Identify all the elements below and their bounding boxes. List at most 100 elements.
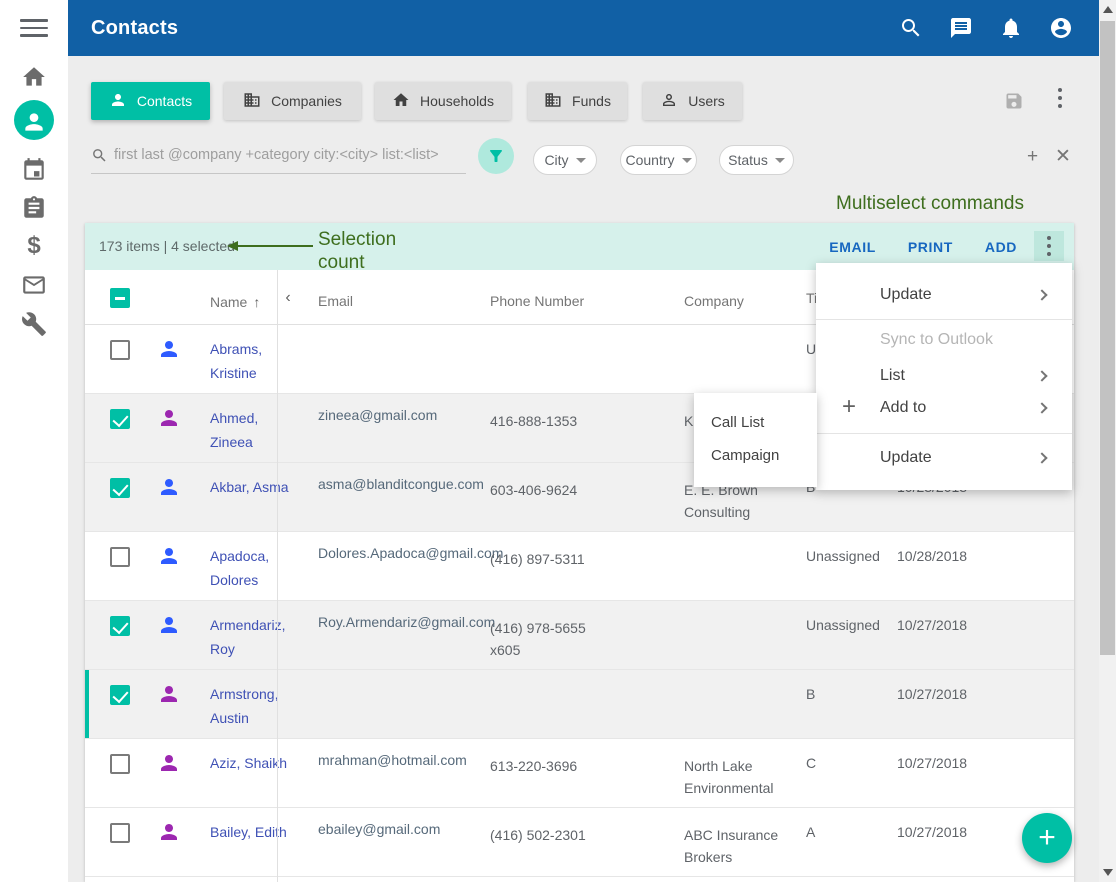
row-checkbox[interactable]: [110, 340, 130, 360]
menu-item-update[interactable]: Update: [816, 271, 1072, 319]
sidebar-item-tasks[interactable]: [21, 195, 47, 221]
mail-icon: [21, 286, 47, 301]
contact-avatar-icon: [157, 475, 181, 499]
menu-item-sync-to-outlook: Sync to Outlook: [816, 320, 1072, 360]
submenu-item-call-list[interactable]: Call List: [694, 406, 817, 439]
contact-row[interactable]: Armstrong, Austin B 10/27/2018: [85, 670, 1074, 739]
person-icon: [109, 91, 127, 112]
scroll-down-icon[interactable]: [1103, 869, 1113, 876]
sidebar: $: [0, 0, 68, 882]
more-options-icon[interactable]: [1058, 88, 1062, 112]
filter-chip-status[interactable]: Status: [719, 145, 794, 175]
menu-item-add-to[interactable]: + Add to: [816, 392, 1072, 424]
sidebar-item-donations[interactable]: $: [21, 233, 47, 259]
multiselect-menu: Update Sync to Outlook List + Add to Upd…: [816, 263, 1072, 490]
chat-icon[interactable]: [949, 16, 973, 40]
search-icon: [91, 147, 108, 164]
add-contact-fab[interactable]: +: [1022, 813, 1072, 863]
filter-chip-country[interactable]: Country: [620, 145, 697, 175]
sidebar-item-email[interactable]: [21, 272, 47, 298]
tab-label: Households: [420, 93, 494, 109]
building-icon: [544, 91, 562, 112]
clear-filters-icon[interactable]: ✕: [1055, 148, 1071, 166]
contact-name-link[interactable]: Akbar, Asma: [210, 475, 302, 499]
save-view-button[interactable]: [1004, 91, 1024, 111]
chevron-down-icon: [682, 158, 692, 163]
contact-row[interactable]: Apadoca, Dolores Dolores.Apadoca@gmail.c…: [85, 532, 1074, 601]
add-filter-icon[interactable]: +: [1027, 148, 1038, 166]
contact-name-link[interactable]: Armendariz, Roy: [210, 613, 302, 661]
contact-row[interactable]: Bailey, Edith ebailey@gmail.com (416) 50…: [85, 808, 1074, 877]
contact-email: Dolores.Apadoca@gmail.com: [318, 542, 483, 564]
contact-avatar-icon: [157, 751, 181, 775]
contact-tier: Unassigned: [806, 617, 888, 633]
filter-chip-city[interactable]: City: [533, 145, 597, 175]
submenu-item-campaign[interactable]: Campaign: [694, 439, 817, 472]
contact-name-link[interactable]: Apadoca, Dolores: [210, 544, 302, 592]
save-icon: [1004, 99, 1024, 114]
row-checkbox[interactable]: [110, 754, 130, 774]
home-icon: [392, 91, 410, 112]
sidebar-item-calendar[interactable]: [21, 157, 47, 183]
notifications-bell-icon[interactable]: [999, 16, 1023, 40]
contact-email: asma@blanditcongue.com: [318, 473, 483, 495]
row-checkbox[interactable]: [110, 409, 130, 429]
search-icon[interactable]: [899, 16, 923, 40]
column-header-email[interactable]: Email: [318, 290, 483, 312]
menu-item-list[interactable]: List: [816, 360, 1072, 392]
contact-row[interactable]: Aziz, Shaikh mrahman@hotmail.com 613-220…: [85, 739, 1074, 808]
chevron-right-icon: [1036, 402, 1047, 413]
wrench-icon: [21, 325, 47, 340]
contact-phone: 613-220-3696: [490, 755, 600, 777]
column-header-company[interactable]: Company: [684, 290, 796, 312]
row-checkbox[interactable]: [110, 547, 130, 567]
tab-contacts[interactable]: Contacts: [91, 82, 210, 120]
contact-name-link[interactable]: Bailey, Edith: [210, 820, 302, 844]
tab-users[interactable]: Users: [643, 82, 742, 120]
account-icon[interactable]: [1049, 16, 1073, 40]
plus-icon: +: [1038, 821, 1056, 854]
add-button[interactable]: ADD: [985, 239, 1017, 255]
row-checkbox[interactable]: [110, 685, 130, 705]
chip-label: Country: [625, 152, 674, 168]
contact-date: 10/27/2018: [897, 755, 987, 771]
chevron-right-icon: [1036, 370, 1047, 381]
contact-phone: (416) 897-5311: [490, 548, 600, 570]
scroll-up-icon[interactable]: [1103, 6, 1113, 13]
contact-date: 10/28/2018: [897, 548, 987, 564]
contact-name-link[interactable]: Abrams, Kristine: [210, 337, 302, 385]
contact-name-link[interactable]: Aziz, Shaikh: [210, 751, 302, 775]
annotation-selection-count: Selection count: [318, 228, 428, 274]
multiselect-more-icon[interactable]: [1034, 231, 1064, 261]
print-button[interactable]: PRINT: [908, 239, 953, 255]
page-scrollbar[interactable]: [1099, 0, 1116, 882]
row-checkbox[interactable]: [110, 616, 130, 636]
chevron-right-icon: [1036, 452, 1047, 463]
select-all-checkbox[interactable]: [110, 288, 130, 308]
person-icon: [21, 123, 47, 138]
filter-funnel-button[interactable]: [478, 138, 514, 174]
contact-company: ABC Insurance Brokers: [684, 824, 796, 868]
scrollbar-thumb[interactable]: [1100, 21, 1115, 655]
contact-row[interactable]: Armendariz, Roy Roy.Armendariz@gmail.com…: [85, 601, 1074, 670]
row-checkbox[interactable]: [110, 823, 130, 843]
email-button[interactable]: EMAIL: [829, 239, 876, 255]
row-checkbox[interactable]: [110, 478, 130, 498]
menu-icon[interactable]: [20, 19, 48, 39]
contact-avatar-icon: [157, 406, 181, 430]
contact-name-link[interactable]: Ahmed, Zineea: [210, 406, 302, 454]
contact-name-link[interactable]: Armstrong, Austin: [210, 682, 302, 730]
menu-item-update-2[interactable]: Update: [816, 434, 1072, 482]
tab-funds[interactable]: Funds: [528, 82, 627, 120]
annotation-arrow: [237, 245, 313, 247]
sidebar-item-home[interactable]: [21, 64, 47, 90]
collapse-column-icon[interactable]: ‹: [281, 289, 295, 307]
contact-search-input[interactable]: [114, 141, 466, 169]
column-header-phone[interactable]: Phone Number: [490, 290, 600, 312]
sidebar-item-contacts[interactable]: [14, 100, 54, 140]
tab-households[interactable]: Households: [375, 82, 511, 120]
contact-email: zineea@gmail.com: [318, 404, 483, 426]
calendar-icon: [21, 171, 47, 186]
sidebar-item-tools[interactable]: [21, 311, 47, 337]
tab-companies[interactable]: Companies: [224, 82, 361, 120]
